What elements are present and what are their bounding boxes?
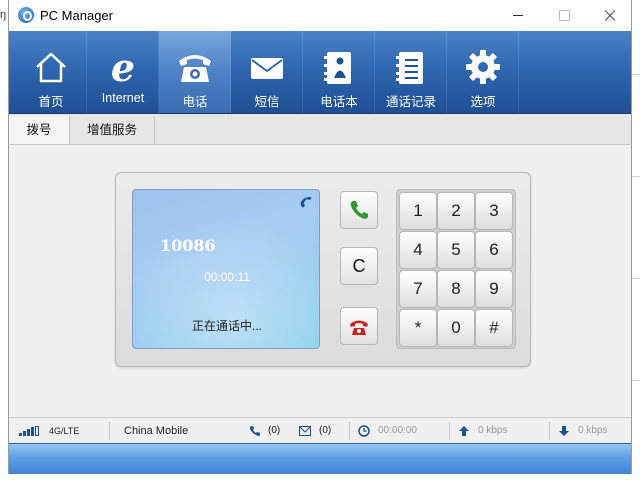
missed-calls-count: (0) (268, 425, 281, 436)
toolbar-label: 电话 (182, 95, 208, 109)
clear-button[interactable]: C (340, 247, 378, 285)
toolbar-internet[interactable]: e Internet (87, 31, 159, 113)
internet-icon: e (111, 47, 135, 87)
call-duration: 00:00:00 (378, 425, 417, 436)
toolbar-label: 首页 (38, 95, 64, 109)
key-9[interactable]: 9 (475, 270, 513, 308)
keypad: 1 2 3 4 5 6 7 8 9 * 0 # (396, 189, 516, 349)
app-logo-icon (18, 7, 34, 23)
call-display: 10086 00:00:11 正在通话中... (132, 189, 320, 349)
key-5[interactable]: 5 (437, 231, 475, 269)
background-window-edge-right (632, 70, 640, 450)
toolbar-call-log[interactable]: 通话记录 (375, 31, 447, 113)
key-star[interactable]: * (399, 309, 437, 347)
upload-arrow-icon (459, 426, 469, 436)
status-bar: 4G/LTE China Mobile (0) (0) 00:00:00 0 k… (9, 417, 631, 444)
call-button[interactable] (340, 191, 378, 229)
main-toolbar: 首页 e Internet 电话 短信 电话本 通话记录 选项 (9, 31, 631, 114)
key-hash[interactable]: # (475, 309, 513, 347)
background-window-edge: ŋ (0, 0, 8, 480)
window-title: PC Manager (40, 8, 113, 23)
toolbar-label: Internet (101, 91, 145, 105)
toolbar-label: 通话记录 (385, 95, 436, 109)
download-speed: 0 kbps (578, 425, 608, 436)
call-log-icon (396, 52, 423, 84)
sms-status-icon (299, 426, 311, 436)
key-0[interactable]: 0 (437, 309, 475, 347)
sub-tab-bar: 拨号 增值服务 (9, 114, 631, 145)
call-timer: 00:00:11 (204, 270, 250, 284)
tab-dial[interactable]: 拨号 (9, 116, 70, 144)
svg-text:e: e (111, 47, 135, 87)
maximize-button[interactable] (541, 0, 587, 31)
key-6[interactable]: 6 (475, 231, 513, 269)
upload-speed: 0 kbps (478, 425, 508, 436)
title-bar[interactable]: PC Manager (9, 0, 631, 31)
bottom-bar (9, 443, 631, 474)
close-button[interactable] (587, 0, 633, 31)
minimize-button[interactable] (495, 0, 541, 31)
sms-icon (251, 58, 283, 79)
settings-gear-icon (466, 50, 500, 84)
hang-up-button[interactable] (340, 307, 378, 345)
toolbar-label: 短信 (254, 95, 280, 109)
toolbar-phone[interactable]: 电话 (159, 31, 231, 113)
dialer-panel: 10086 00:00:11 正在通话中... C 1 2 3 4 5 6 7 (115, 172, 531, 367)
toolbar-options[interactable]: 选项 (447, 31, 519, 113)
network-type: 4G/LTE (49, 426, 80, 436)
key-4[interactable]: 4 (399, 231, 437, 269)
toolbar-sms[interactable]: 短信 (231, 31, 303, 113)
operator-name: China Mobile (124, 425, 189, 437)
key-7[interactable]: 7 (399, 270, 437, 308)
call-icon (350, 201, 368, 219)
background-window-text: ŋ (0, 9, 7, 21)
toolbar-label: 电话本 (320, 95, 358, 109)
download-arrow-icon (559, 426, 569, 436)
clock-icon (358, 425, 370, 437)
key-2[interactable]: 2 (437, 192, 475, 230)
call-status: 正在通话中... (191, 319, 262, 333)
hang-up-icon (350, 320, 368, 335)
phonebook-icon (324, 52, 351, 84)
home-icon (36, 52, 66, 83)
unread-sms-count: (0) (319, 425, 332, 436)
key-1[interactable]: 1 (399, 192, 437, 230)
tab-value-added-services[interactable]: 增值服务 (70, 116, 155, 144)
toolbar-phonebook[interactable]: 电话本 (303, 31, 375, 113)
pc-manager-window: PC Manager 首页 e Internet 电话 短信 电话本 通话记录 … (8, 0, 632, 474)
missed-call-icon (250, 426, 260, 436)
phone-icon (179, 55, 211, 82)
handset-icon (300, 197, 312, 208)
call-number: 10086 (160, 236, 216, 255)
toolbar-label: 选项 (470, 95, 496, 109)
toolbar-home[interactable]: 首页 (15, 31, 87, 113)
key-3[interactable]: 3 (475, 192, 513, 230)
key-8[interactable]: 8 (437, 270, 475, 308)
